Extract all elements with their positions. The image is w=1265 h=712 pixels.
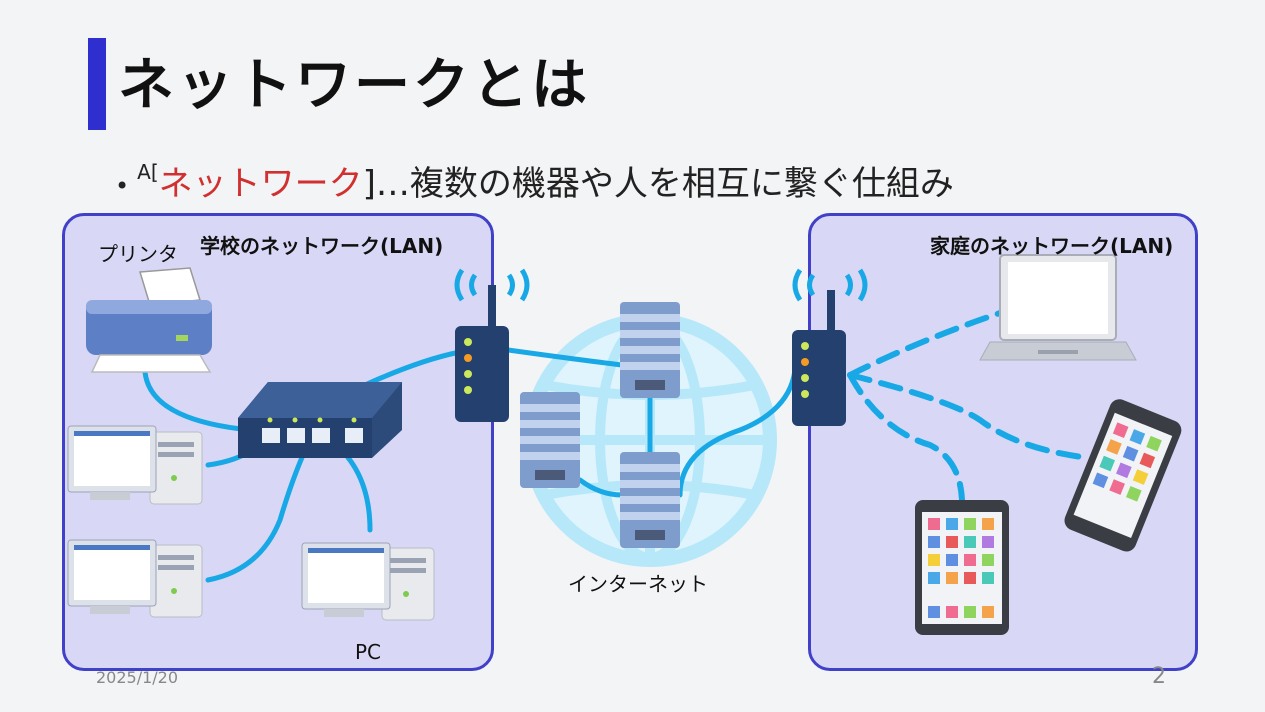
page-number: 2 (1152, 664, 1166, 689)
home-network-title: 家庭のネットワーク(LAN) (930, 234, 1174, 258)
desktop-pc-icon-2 (67, 539, 203, 618)
server-icon-left (520, 392, 580, 488)
network-diagram (67, 254, 1182, 635)
desktop-pc-icon-3 (301, 542, 435, 621)
printer-icon (86, 267, 212, 373)
school-network-title: 学校のネットワーク(LAN) (200, 234, 444, 258)
tablet-icon (915, 500, 1009, 635)
smartphone-icon (1064, 399, 1182, 552)
router-icon-home (792, 268, 868, 426)
internet-label: インターネット (568, 572, 708, 596)
server-icon-bottom (620, 452, 680, 548)
pc-label: PC (355, 640, 382, 664)
printer-label: プリンタ (98, 242, 178, 266)
server-icon-top (620, 302, 680, 398)
desktop-pc-icon-1 (67, 425, 203, 505)
wireless-links (847, 310, 1093, 503)
laptop-icon (979, 254, 1137, 361)
footer-date: 2025/1/20 (96, 668, 179, 687)
router-icon-school (454, 268, 530, 422)
switch-hub-icon (238, 382, 402, 458)
